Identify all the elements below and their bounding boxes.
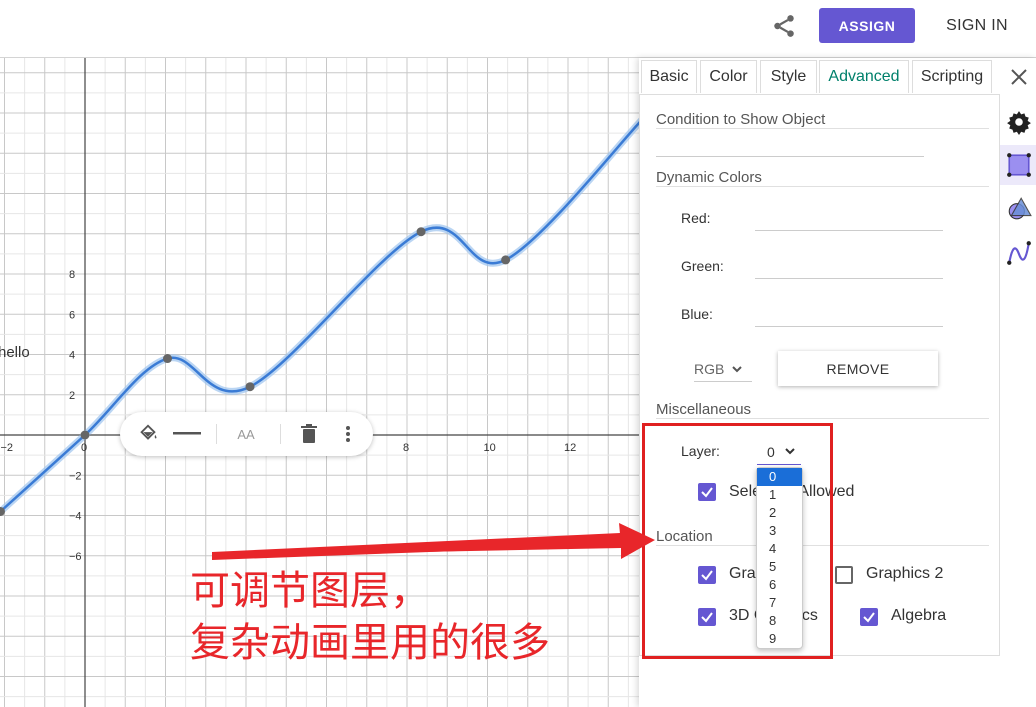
blue-input[interactable] <box>755 326 943 327</box>
chevron-down-icon <box>732 365 743 372</box>
more-vert-icon[interactable] <box>336 420 360 448</box>
algebra-label: Algebra <box>891 607 947 624</box>
curve-point[interactable] <box>501 255 511 265</box>
y-tick-label: 2 <box>69 390 75 402</box>
sign-in-button[interactable]: SIGN IN <box>936 8 1018 43</box>
color-mode-select[interactable]: RGB <box>694 357 752 382</box>
tab-style[interactable]: Style <box>760 60 817 93</box>
y-tick-label: 6 <box>69 309 75 321</box>
y-tick-label: −6 <box>69 551 82 563</box>
properties-tabs: Basic Color Style Advanced Scripting <box>639 58 999 94</box>
green-label: Green: <box>681 258 724 274</box>
condition-input[interactable] <box>656 156 924 157</box>
annotation-text: 可调节图层， 复杂动画里用的很多 <box>190 565 550 669</box>
graphics2-label: Graphics 2 <box>866 565 944 582</box>
blue-label: Blue: <box>681 306 713 322</box>
paint-bucket-icon[interactable] <box>134 420 162 448</box>
x-tick-label: −2 <box>1 442 14 454</box>
y-tick-label: −4 <box>69 511 82 523</box>
tab-color[interactable]: Color <box>700 60 757 93</box>
divider <box>656 186 989 187</box>
graphics2-checkbox[interactable] <box>835 566 853 584</box>
line-style-icon[interactable] <box>172 420 202 448</box>
share-icon[interactable] <box>771 13 797 39</box>
text-object-hello[interactable]: hello <box>0 344 30 361</box>
assign-button[interactable]: ASSIGN <box>819 8 915 43</box>
red-input[interactable] <box>755 230 943 231</box>
y-tick-label: 8 <box>69 269 75 281</box>
dynamic-colors-label: Dynamic Colors <box>656 169 762 186</box>
divider <box>656 418 989 419</box>
top-bar: ASSIGN SIGN IN <box>0 0 1036 58</box>
delete-icon[interactable] <box>295 420 323 448</box>
curve-point[interactable] <box>245 382 255 392</box>
object-properties-icon[interactable] <box>1006 152 1032 178</box>
x-tick-label: 8 <box>403 442 409 454</box>
close-icon[interactable] <box>1008 66 1030 88</box>
curve-point[interactable] <box>416 227 426 237</box>
style-bar: AA <box>120 412 373 456</box>
remove-button[interactable]: REMOVE <box>778 351 938 386</box>
annotation-line-1: 可调节图层， <box>190 568 430 614</box>
condition-label: Condition to Show Object <box>656 111 826 128</box>
gear-icon[interactable] <box>1006 109 1032 135</box>
divider <box>280 424 281 444</box>
algebra-checkbox[interactable] <box>860 608 878 626</box>
y-tick-label: −2 <box>69 470 82 482</box>
tab-advanced[interactable]: Advanced <box>819 60 909 93</box>
tab-scripting[interactable]: Scripting <box>912 60 992 93</box>
miscellaneous-label: Miscellaneous <box>656 401 752 418</box>
x-tick-label: 10 <box>484 442 496 454</box>
y-tick-label: 4 <box>69 350 75 362</box>
annotation-line-2: 复杂动画里用的很多 <box>190 620 550 666</box>
tab-basic[interactable]: Basic <box>641 60 697 93</box>
function-graph-icon[interactable] <box>1006 240 1032 266</box>
curve-point[interactable] <box>80 430 90 440</box>
x-tick-label: 12 <box>564 442 576 454</box>
divider <box>216 424 217 444</box>
curve-point[interactable] <box>163 354 173 364</box>
color-mode-value: RGB <box>694 361 725 377</box>
red-label: Red: <box>681 210 711 226</box>
green-input[interactable] <box>755 278 943 279</box>
annotation-highlight-box <box>642 423 833 659</box>
x-tick-label: 0 <box>81 442 87 454</box>
divider <box>656 128 989 129</box>
text-size-icon[interactable]: AA <box>232 420 260 448</box>
geometry-shapes-icon[interactable] <box>1006 195 1032 221</box>
